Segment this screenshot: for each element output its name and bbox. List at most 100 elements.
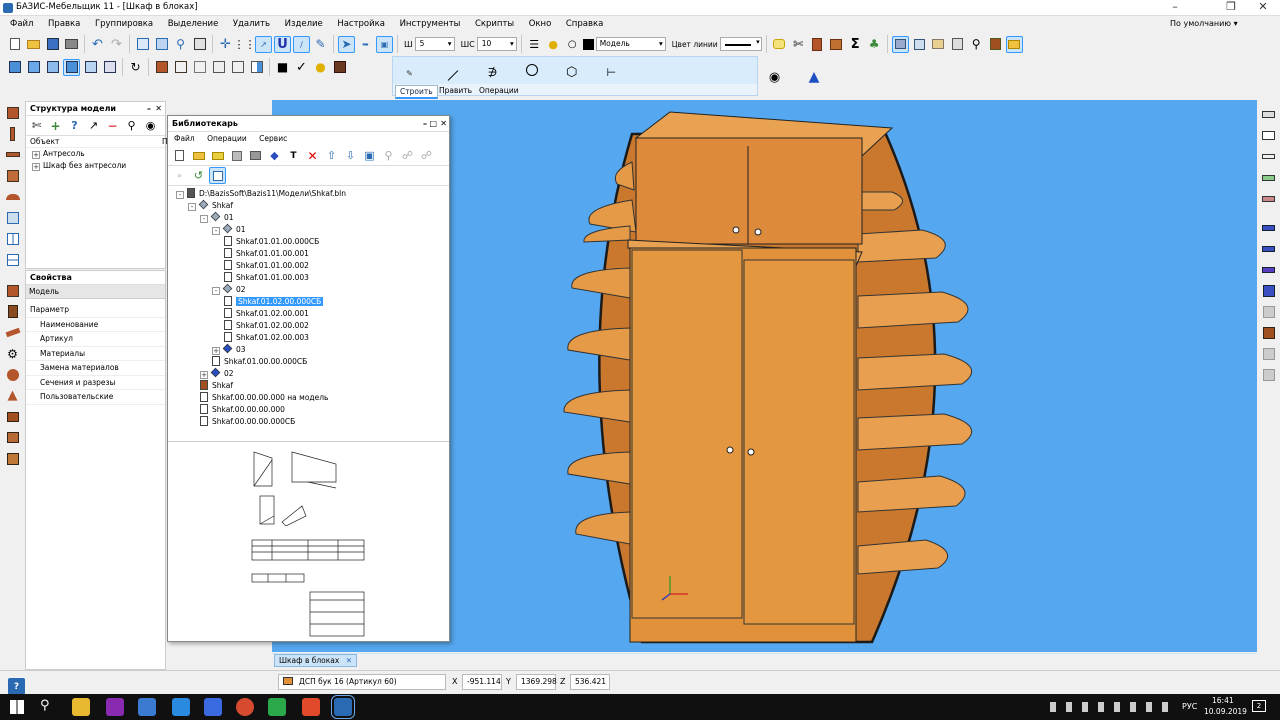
menu-help[interactable]: Справка bbox=[566, 19, 603, 29]
fitting-icon[interactable]: ⚙ bbox=[4, 345, 21, 362]
property-row[interactable]: Пользовательские bbox=[26, 390, 165, 405]
vertical-split-icon[interactable] bbox=[4, 230, 21, 247]
render-edges-icon[interactable] bbox=[210, 59, 227, 76]
tab-operations[interactable]: Операции bbox=[477, 85, 521, 96]
notification-icon[interactable]: 2 bbox=[1252, 700, 1266, 712]
tools-icon[interactable]: ✄ bbox=[28, 117, 45, 134]
clock-date[interactable]: 10.09.2019 bbox=[1204, 707, 1247, 716]
print-icon[interactable] bbox=[247, 147, 264, 164]
preview-icon[interactable]: ⚲ bbox=[968, 36, 985, 53]
insert-icon[interactable]: ▣ bbox=[361, 147, 378, 164]
librarian-tree-item[interactable]: Shkaf.00.00.00.000 на модель bbox=[176, 392, 449, 404]
librarian-tree-item[interactable]: +02 bbox=[176, 367, 449, 380]
app-icon-5[interactable] bbox=[268, 698, 286, 716]
librarian-tree-item[interactable]: Shkaf.01.02.00.002 bbox=[176, 320, 449, 332]
app-icon-3[interactable] bbox=[172, 698, 190, 716]
new-file-icon[interactable] bbox=[6, 36, 23, 53]
property-row[interactable]: Сечения и разрезы bbox=[26, 376, 165, 390]
expand-toggle-icon[interactable]: - bbox=[212, 287, 220, 295]
view-front-icon[interactable] bbox=[6, 59, 23, 76]
explorer-icon[interactable] bbox=[72, 698, 90, 716]
property-row[interactable]: Замена материалов bbox=[26, 361, 165, 376]
librarian-tree-item[interactable]: Shkaf bbox=[176, 380, 449, 392]
rotate-icon[interactable]: ↻ bbox=[127, 59, 144, 76]
render-wire-icon[interactable] bbox=[172, 59, 189, 76]
librarian-tree-item[interactable]: +03 bbox=[176, 343, 449, 356]
librarian-menu-operations[interactable]: Операции bbox=[207, 134, 247, 143]
line-snap-icon[interactable]: ∕ bbox=[293, 35, 310, 53]
menu-file[interactable]: Файл bbox=[10, 19, 33, 29]
stack-icon[interactable] bbox=[4, 429, 21, 446]
librarian-tree-item[interactable]: Shkaf.00.00.00.000СБ bbox=[176, 416, 449, 428]
tree-item[interactable]: + Шкаф без антресоли bbox=[32, 160, 165, 172]
bulb-icon[interactable]: ● bbox=[545, 36, 562, 53]
pin-icon[interactable]: – bbox=[147, 102, 151, 116]
texture-icon[interactable] bbox=[331, 59, 348, 76]
fastener-2-icon[interactable] bbox=[1260, 240, 1277, 257]
close-icon[interactable]: ✕ bbox=[440, 116, 447, 132]
delete-icon[interactable]: ✕ bbox=[304, 147, 321, 164]
layer-select[interactable]: Модель ▾ bbox=[595, 37, 666, 51]
librarian-tree-item[interactable]: - Shkaf bbox=[176, 199, 449, 212]
property-row[interactable]: Наименование bbox=[26, 318, 165, 332]
help-icon[interactable]: ? bbox=[8, 678, 25, 695]
report-icon[interactable] bbox=[891, 35, 909, 53]
app-icon-2[interactable] bbox=[138, 698, 156, 716]
tab-edit[interactable]: Править bbox=[437, 85, 474, 96]
tree-item[interactable]: + Антресоль bbox=[32, 148, 165, 160]
polygon-tool-icon[interactable]: ⬡ bbox=[563, 64, 580, 81]
weight-icon[interactable]: ◉ bbox=[766, 69, 783, 86]
edge-icon[interactable] bbox=[1260, 127, 1277, 144]
cone-icon[interactable]: ▲ bbox=[4, 387, 21, 404]
layers-icon[interactable]: ☰ bbox=[526, 36, 543, 53]
property-row[interactable]: Материалы bbox=[26, 347, 165, 361]
camera-icon[interactable]: ■ bbox=[274, 59, 291, 76]
add-model-icon[interactable]: ◆ bbox=[266, 147, 283, 164]
panel-add-icon[interactable] bbox=[4, 104, 21, 121]
menu-delete[interactable]: Удалить bbox=[233, 19, 270, 29]
menu-settings[interactable]: Настройка bbox=[337, 19, 385, 29]
search-icon[interactable]: ⚲ bbox=[123, 117, 140, 134]
save-icon[interactable] bbox=[44, 36, 61, 53]
search-icon[interactable]: ⚲ bbox=[40, 698, 50, 713]
librarian-tree-item[interactable]: - D:\BazisSoft\Bazis11\Модели\Shkaf.bln bbox=[176, 188, 449, 200]
text-icon[interactable]: T bbox=[285, 147, 302, 164]
hole-remove-icon[interactable] bbox=[1260, 190, 1277, 207]
cabinet-icon[interactable] bbox=[987, 36, 1004, 53]
layer-color-swatch[interactable] bbox=[582, 38, 594, 50]
maximize-icon[interactable]: □ bbox=[429, 116, 437, 132]
menu-tools[interactable]: Инструменты bbox=[400, 19, 461, 29]
preset-select[interactable]: По умолчанию ▾ bbox=[1170, 18, 1238, 30]
menu-edit[interactable]: Правка bbox=[48, 19, 80, 29]
book-icon[interactable] bbox=[1260, 324, 1277, 341]
snap-point-icon[interactable]: ▣ bbox=[376, 35, 393, 53]
preview-toggle-icon[interactable] bbox=[209, 167, 226, 184]
cursor-icon[interactable]: ➤ bbox=[338, 35, 355, 53]
export-icon[interactable] bbox=[1005, 35, 1023, 53]
properties-tab[interactable]: Модель bbox=[26, 285, 165, 299]
save-icon[interactable] bbox=[228, 147, 245, 164]
folder-icon[interactable] bbox=[209, 147, 226, 164]
restore-button[interactable]: ❐ bbox=[1216, 0, 1246, 13]
view-iso-icon[interactable] bbox=[25, 59, 42, 76]
librarian-tree-item[interactable]: Shkaf.01.01.00.002 bbox=[176, 260, 449, 272]
app-icon-6[interactable] bbox=[302, 698, 320, 716]
view-left-icon[interactable] bbox=[63, 58, 80, 76]
menu-window[interactable]: Окно bbox=[529, 19, 552, 29]
edit-report-icon[interactable] bbox=[911, 36, 928, 53]
render-solid-icon[interactable] bbox=[153, 59, 170, 76]
expand-toggle-icon[interactable]: - bbox=[212, 227, 220, 235]
zoom-icon[interactable]: ⚲ bbox=[172, 36, 189, 53]
fastener-icon[interactable] bbox=[1260, 219, 1277, 236]
vertical-panel-icon[interactable] bbox=[4, 125, 21, 142]
librarian-tree-item[interactable]: Shkaf.01.02.00.000СБ bbox=[176, 296, 449, 308]
render-outline-icon[interactable] bbox=[229, 59, 246, 76]
close-icon[interactable]: ✕ bbox=[155, 102, 162, 116]
expand-toggle-icon[interactable]: + bbox=[200, 371, 208, 379]
menu-product[interactable]: Изделие bbox=[285, 19, 323, 29]
remove-icon[interactable]: − bbox=[104, 117, 121, 134]
dimension-tool-icon[interactable]: ⊢ bbox=[603, 64, 620, 81]
librarian-tree-item[interactable]: Shkaf.01.01.00.001 bbox=[176, 248, 449, 260]
librarian-menu-file[interactable]: Файл bbox=[174, 134, 195, 143]
new-icon[interactable] bbox=[171, 147, 188, 164]
